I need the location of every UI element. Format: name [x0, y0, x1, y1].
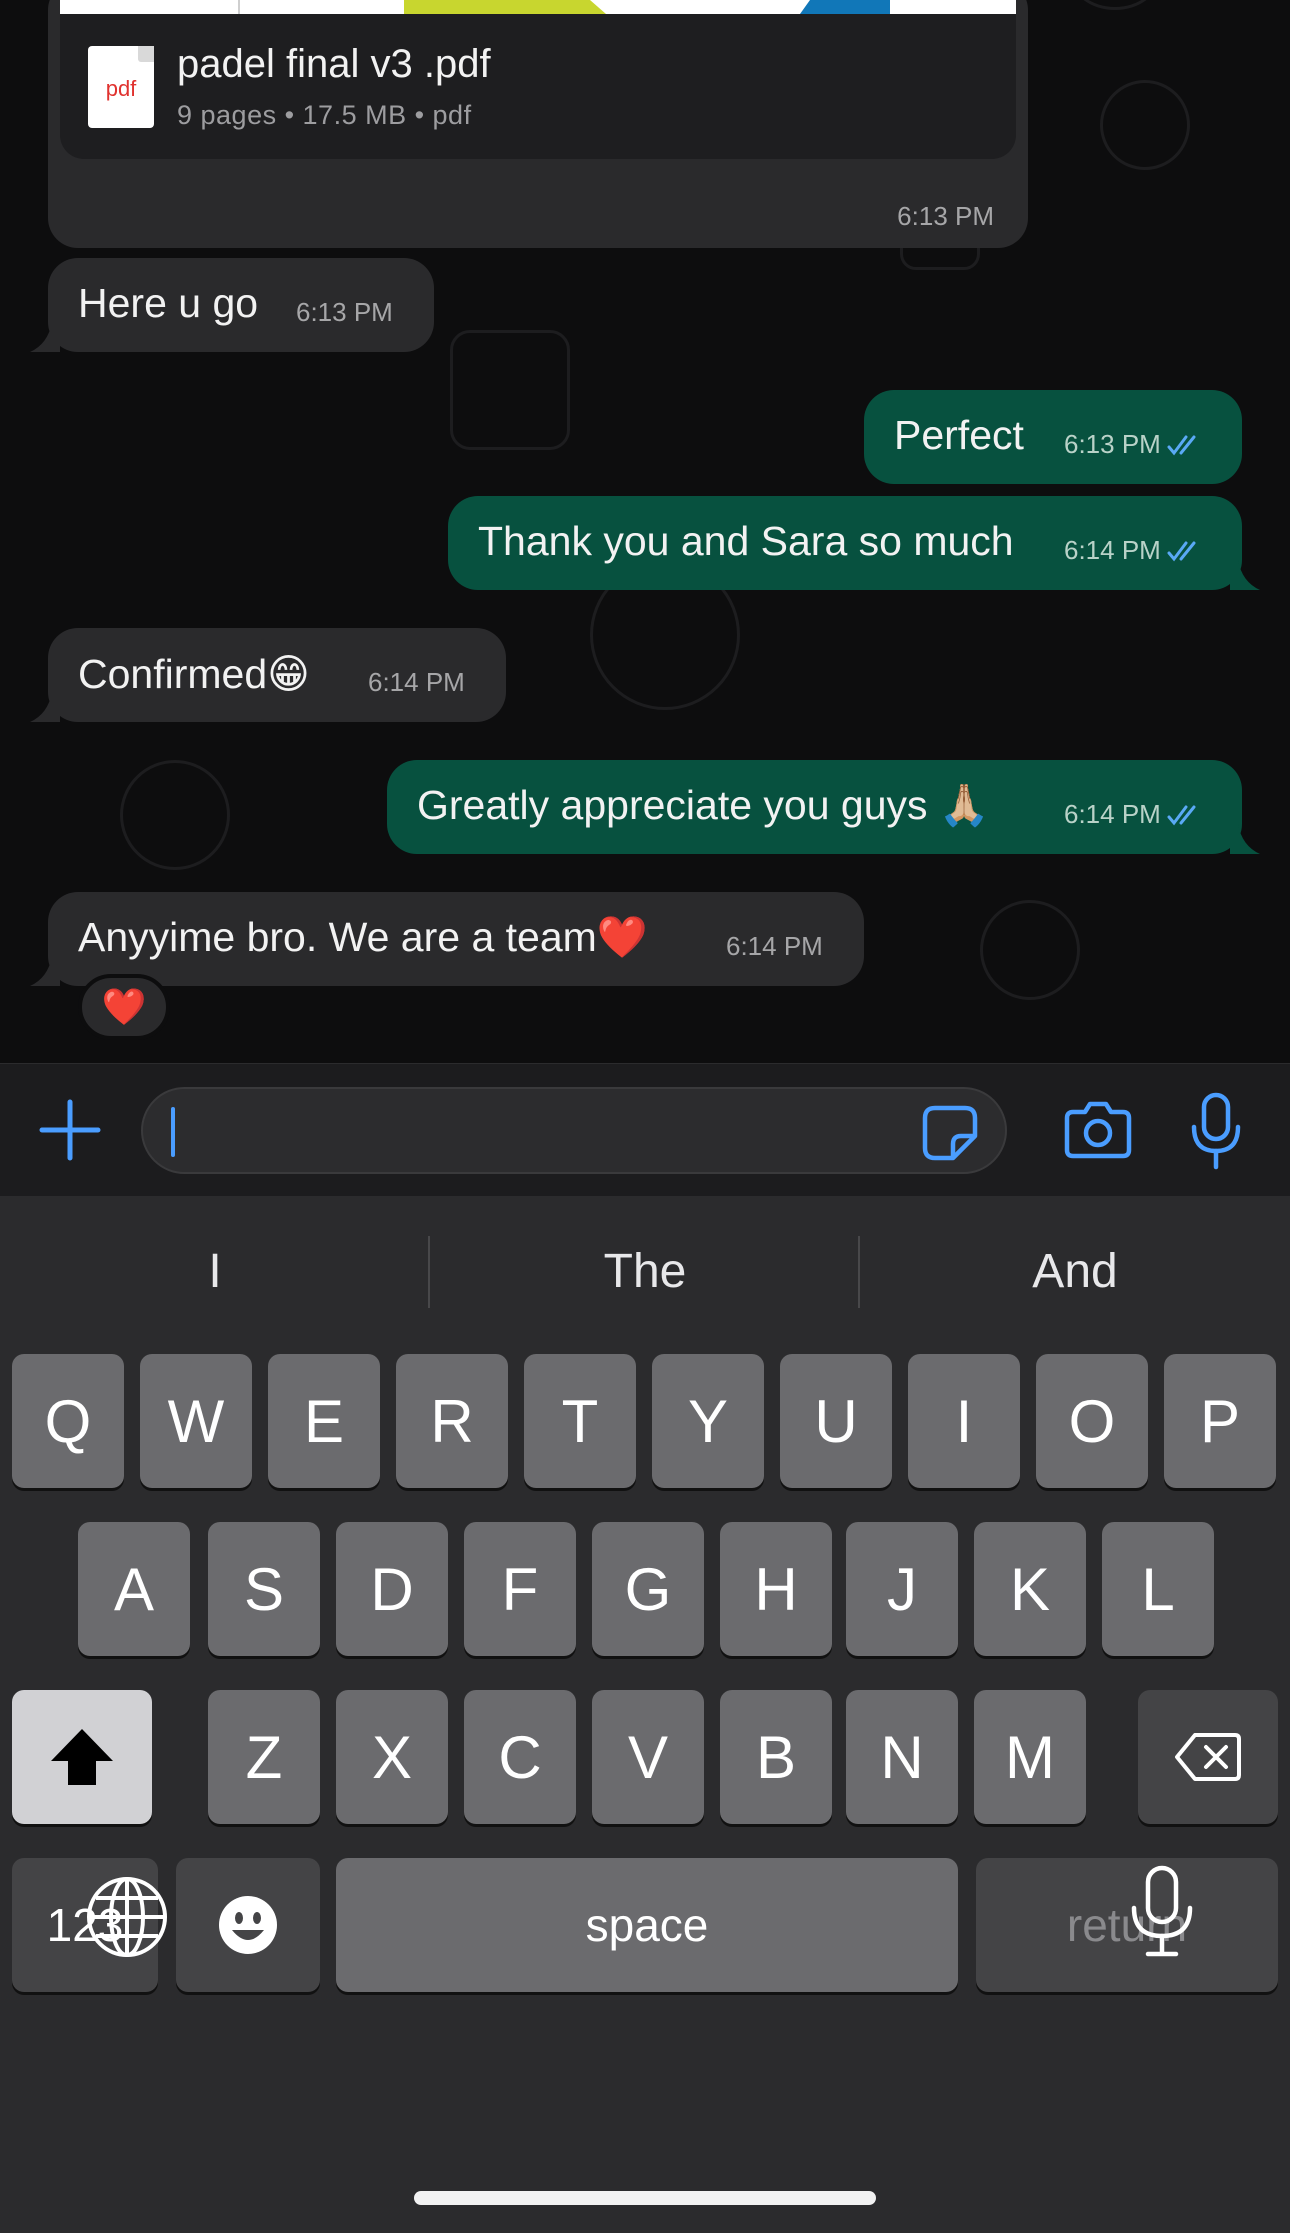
- bubble-tail: [30, 956, 60, 986]
- message-text: Here u go: [78, 280, 259, 326]
- home-indicator: [414, 2191, 876, 2205]
- key-w[interactable]: W: [140, 1354, 252, 1488]
- message-time: 6:13 PM: [897, 201, 994, 231]
- key-t[interactable]: T: [524, 1354, 636, 1488]
- wallpaper-doodle: [120, 760, 230, 870]
- message-time: 6:13 PM: [296, 297, 393, 327]
- message-time: 6:14 PM: [368, 667, 465, 697]
- document-file-name: padel final v3 .pdf: [177, 42, 491, 86]
- document-meta: 9 pages • 17.5 MB • pdf: [177, 100, 472, 130]
- bubble-tail: [1230, 560, 1260, 590]
- read-ticks-icon: [1167, 435, 1196, 456]
- key-f[interactable]: F: [464, 1522, 576, 1656]
- key-s[interactable]: S: [208, 1522, 320, 1656]
- key-o[interactable]: O: [1036, 1354, 1148, 1488]
- bubble-tail: [30, 692, 60, 722]
- message-time: 6:14 PM: [726, 931, 823, 961]
- incoming-message-bubble[interactable]: Anyyime bro. We are a team❤️ 6:14 PM: [48, 892, 864, 986]
- space-key[interactable]: space: [336, 1858, 958, 1992]
- wallpaper-doodle: [1100, 80, 1190, 170]
- key-a[interactable]: A: [78, 1522, 190, 1656]
- key-u[interactable]: U: [780, 1354, 892, 1488]
- wallpaper-doodle: [450, 330, 570, 450]
- document-preview-strip[interactable]: [60, 0, 1016, 14]
- suggestion-item[interactable]: I: [0, 1196, 430, 1346]
- key-v[interactable]: V: [592, 1690, 704, 1824]
- bubble-tail: [30, 322, 60, 352]
- pdf-file-icon: pdf: [88, 46, 154, 128]
- heart-reaction: ❤️: [101, 986, 147, 1027]
- key-c[interactable]: C: [464, 1690, 576, 1824]
- shift-key[interactable]: [12, 1690, 152, 1824]
- bubble-tail: [1230, 824, 1260, 854]
- text-cursor: [171, 1107, 175, 1157]
- pdf-file-icon-label: pdf: [105, 76, 137, 101]
- message-time: 6:14 PM: [1064, 799, 1161, 829]
- dictation-icon[interactable]: [1128, 1864, 1196, 1960]
- key-i[interactable]: I: [908, 1354, 1020, 1488]
- suggestion-item[interactable]: And: [860, 1196, 1290, 1346]
- plus-icon[interactable]: [38, 1098, 102, 1162]
- emoji-key[interactable]: [176, 1858, 320, 1992]
- shift-icon: [51, 1729, 113, 1785]
- read-ticks-icon: [1167, 541, 1196, 562]
- message-text: Greatly appreciate you guys 🙏🏼: [417, 782, 990, 828]
- sticker-icon[interactable]: [921, 1104, 979, 1162]
- key-k[interactable]: K: [974, 1522, 1086, 1656]
- key-g[interactable]: G: [592, 1522, 704, 1656]
- key-b[interactable]: B: [720, 1690, 832, 1824]
- key-l[interactable]: L: [1102, 1522, 1214, 1656]
- message-text: Perfect: [894, 412, 1024, 458]
- read-ticks-icon: [1167, 805, 1196, 826]
- key-p[interactable]: P: [1164, 1354, 1276, 1488]
- wallpaper-doodle: [1070, 0, 1160, 10]
- key-j[interactable]: J: [846, 1522, 958, 1656]
- chat-area[interactable]: pdf padel final v3 .pdf 9 pages • 17.5 M…: [0, 0, 1290, 1063]
- message-text: Anyyime bro. We are a team❤️: [78, 914, 648, 960]
- message-time: 6:14 PM: [1064, 535, 1161, 565]
- key-d[interactable]: D: [336, 1522, 448, 1656]
- key-e[interactable]: E: [268, 1354, 380, 1488]
- message-text: Thank you and Sara so much: [478, 518, 1014, 564]
- emoji-icon: [219, 1896, 277, 1954]
- key-y[interactable]: Y: [652, 1354, 764, 1488]
- message-time-wrap: 6:14 PM: [1064, 799, 1203, 830]
- key-n[interactable]: N: [846, 1690, 958, 1824]
- message-composer: [0, 1063, 1290, 1196]
- globe-icon[interactable]: [84, 1874, 170, 1960]
- reaction-badge[interactable]: ❤️: [78, 974, 170, 1040]
- return-key[interactable]: return: [976, 1858, 1278, 1992]
- message-time-wrap: 6:13 PM: [1064, 429, 1203, 460]
- document-card[interactable]: pdf padel final v3 .pdf 9 pages • 17.5 M…: [60, 14, 1016, 159]
- suggestion-bar: I The And: [0, 1196, 1290, 1346]
- document-message-bubble[interactable]: pdf padel final v3 .pdf 9 pages • 17.5 M…: [48, 0, 1028, 248]
- key-x[interactable]: X: [336, 1690, 448, 1824]
- suggestion-item[interactable]: The: [430, 1196, 860, 1346]
- incoming-message-bubble[interactable]: Confirmed😁 6:14 PM: [48, 628, 506, 722]
- message-time-wrap: 6:14 PM: [1064, 535, 1203, 566]
- microphone-icon[interactable]: [1188, 1091, 1244, 1171]
- key-q[interactable]: Q: [12, 1354, 124, 1488]
- message-text: Confirmed😁: [78, 651, 310, 697]
- backspace-key[interactable]: [1138, 1690, 1278, 1824]
- wallpaper-doodle: [980, 900, 1080, 1000]
- incoming-message-bubble[interactable]: Here u go 6:13 PM: [48, 258, 434, 352]
- outgoing-message-bubble[interactable]: Thank you and Sara so much 6:14 PM: [448, 496, 1242, 590]
- backspace-icon: [1175, 1733, 1241, 1781]
- key-z[interactable]: Z: [208, 1690, 320, 1824]
- message-time: 6:13 PM: [1064, 429, 1161, 459]
- key-m[interactable]: M: [974, 1690, 1086, 1824]
- outgoing-message-bubble[interactable]: Perfect 6:13 PM: [864, 390, 1242, 484]
- message-input[interactable]: [141, 1087, 1007, 1174]
- outgoing-message-bubble[interactable]: Greatly appreciate you guys 🙏🏼 6:14 PM: [387, 760, 1242, 854]
- camera-icon[interactable]: [1063, 1098, 1133, 1160]
- key-r[interactable]: R: [396, 1354, 508, 1488]
- key-h[interactable]: H: [720, 1522, 832, 1656]
